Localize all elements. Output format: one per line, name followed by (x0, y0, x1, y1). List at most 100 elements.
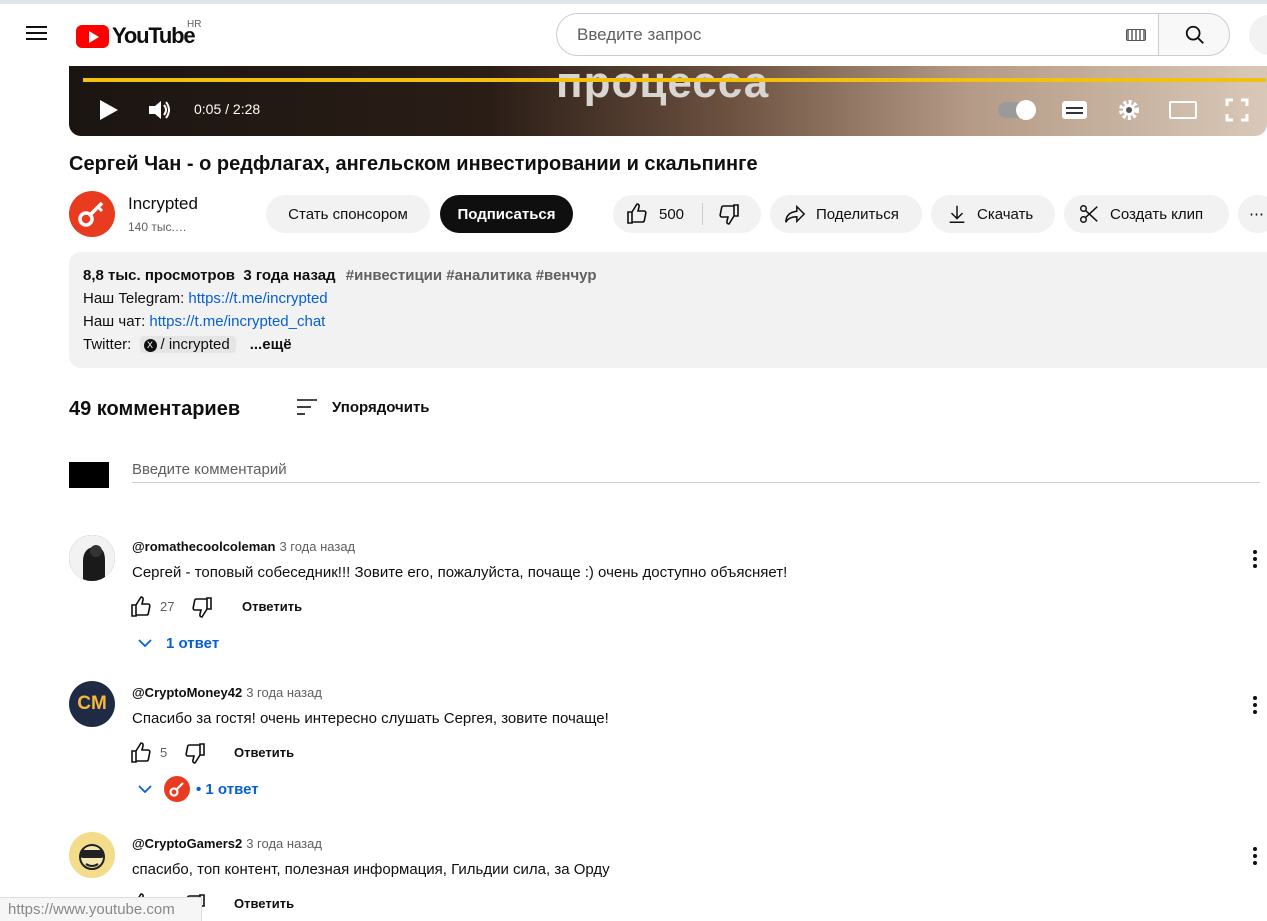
youtube-logo[interactable]: YouTube (76, 23, 196, 48)
search-input[interactable] (575, 24, 1099, 46)
description-telegram-line: Наш Telegram: https://t.me/incrypted (83, 290, 328, 307)
settings-gear-icon[interactable] (1117, 98, 1141, 127)
clip-label: Создать клип (1110, 205, 1204, 223)
window-top-border (0, 0, 1267, 4)
description-twitter-line: Twitter: X / incrypted ...ещё (83, 336, 292, 353)
search-icon (1185, 25, 1204, 44)
share-label: Поделиться (816, 205, 899, 223)
show-more-button[interactable]: ...ещё (250, 336, 292, 353)
sort-button[interactable]: Упорядочить (296, 397, 430, 417)
time-display: 0:05 / 2:28 (194, 101, 261, 117)
comment-avatar[interactable] (69, 832, 115, 878)
logo-text: YouTube (112, 23, 196, 48)
person-silhouette-icon (69, 535, 115, 581)
subtitles-icon[interactable] (1062, 101, 1087, 119)
comment-time[interactable]: 3 года назад (246, 836, 322, 851)
share-button[interactable]: Поделиться (770, 195, 922, 233)
reply-button[interactable]: Ответить (234, 896, 294, 911)
creator-avatar (164, 776, 190, 802)
comment-time[interactable]: 3 года назад (279, 539, 355, 554)
comment-dislike-icon[interactable] (190, 595, 214, 624)
telegram-link[interactable]: https://t.me/incrypted (188, 290, 327, 307)
comment-like-icon[interactable] (129, 595, 153, 624)
chat-link[interactable]: https://t.me/incrypted_chat (149, 313, 325, 330)
upload-date: 3 года назад (243, 267, 336, 284)
comment-dislike-icon[interactable] (183, 741, 207, 770)
reply-button[interactable]: Ответить (242, 599, 302, 614)
autoplay-toggle[interactable] (998, 100, 1036, 120)
search-box (556, 13, 1158, 56)
comment-text: Спасибо за гостя! очень интересно слушат… (132, 710, 609, 727)
thumbs-down-icon (719, 204, 739, 225)
twitter-handle: / incrypted (160, 336, 230, 353)
theater-mode-icon[interactable] (1169, 101, 1197, 119)
comment-time[interactable]: 3 года назад (246, 685, 322, 700)
comments-count: 49 комментариев (69, 398, 241, 420)
download-button[interactable]: Скачать (931, 195, 1055, 233)
view-replies-button[interactable]: • 1 ответ (136, 776, 259, 802)
reply-button[interactable]: Ответить (234, 745, 294, 760)
comment-menu-icon[interactable] (1247, 548, 1263, 570)
play-icon[interactable] (98, 99, 120, 126)
chevron-down-icon (138, 785, 152, 794)
comment-avatar[interactable] (69, 535, 115, 581)
scissors-icon (1080, 205, 1098, 223)
voice-search-button[interactable] (1249, 15, 1267, 55)
subscriber-count: 140 тыс.… (128, 220, 187, 234)
thumbs-up-icon (627, 203, 647, 224)
chevron-down-icon (138, 639, 152, 648)
volume-icon[interactable] (147, 98, 173, 127)
comment-avatar[interactable]: CM (69, 681, 115, 727)
x-logo-icon: X (143, 338, 157, 352)
status-bar-url: https://www.youtube.com (0, 897, 202, 921)
comment-text: Сергей - топовый собеседник!!! Зовите ег… (132, 564, 788, 581)
description-chat-line: Наш чат: https://t.me/incrypted_chat (83, 313, 325, 330)
subscribe-button[interactable]: Подписаться (440, 195, 573, 233)
fullscreen-icon[interactable] (1225, 98, 1249, 127)
avatar-initials: CM (77, 693, 107, 714)
comment-input[interactable] (132, 456, 1260, 483)
user-avatar (69, 462, 109, 488)
comment-author[interactable]: @CryptoGamers2 3 года назад (132, 836, 322, 851)
progress-bar[interactable] (83, 78, 1266, 82)
channel-avatar[interactable] (69, 191, 115, 237)
comment-like-count: 27 (160, 599, 175, 614)
channel-name[interactable]: Incrypted (128, 194, 198, 214)
video-meta: 8,8 тыс. просмотров 3 года назад #инвест… (83, 267, 597, 284)
view-replies-button[interactable]: 1 ответ (136, 634, 219, 652)
download-label: Скачать (977, 205, 1034, 223)
sponsor-button[interactable]: Стать спонсором (266, 195, 430, 233)
telegram-label: Наш Telegram: (83, 290, 189, 307)
gamer-mascot-icon (69, 832, 115, 878)
key-icon (78, 201, 104, 227)
sort-label: Упорядочить (332, 398, 430, 416)
comment-menu-icon[interactable] (1247, 694, 1263, 716)
view-count: 8,8 тыс. просмотров (83, 267, 235, 284)
region-code: HR (187, 19, 202, 30)
download-icon (949, 205, 965, 223)
comment-menu-icon[interactable] (1247, 845, 1263, 867)
create-clip-button[interactable]: Создать клип (1064, 195, 1229, 233)
replies-label: 1 ответ (166, 634, 220, 652)
sort-icon (297, 399, 317, 415)
comment-author[interactable]: @CryptoMoney42 3 года назад (132, 685, 322, 700)
comment-text: спасибо, топ контент, полезная информаци… (132, 861, 610, 878)
like-button[interactable]: 500 (613, 195, 703, 233)
video-title: Сергей Чан - о редфлагах, ангельском инв… (69, 153, 758, 175)
youtube-play-icon (76, 24, 109, 48)
share-icon (785, 204, 806, 224)
video-frame-caption: процесса (556, 58, 770, 107)
more-actions-button[interactable]: ⋯ (1238, 195, 1267, 233)
dislike-button[interactable] (703, 195, 761, 233)
comment-like-icon[interactable] (129, 741, 153, 770)
hashtags[interactable]: #инвестиции #аналитика #венчур (346, 267, 597, 284)
keyboard-icon[interactable] (1126, 29, 1146, 41)
comment-author[interactable]: @romathecoolcoleman 3 года назад (132, 539, 355, 554)
comment-like-count: 5 (160, 745, 168, 760)
like-dislike-group: 500 (613, 195, 761, 233)
search-button[interactable] (1158, 13, 1230, 56)
hamburger-menu-icon[interactable] (22, 22, 50, 50)
replies-label: • 1 ответ (196, 780, 259, 798)
chat-label: Наш чат: (83, 313, 150, 330)
twitter-chip[interactable]: X / incrypted (139, 336, 236, 353)
